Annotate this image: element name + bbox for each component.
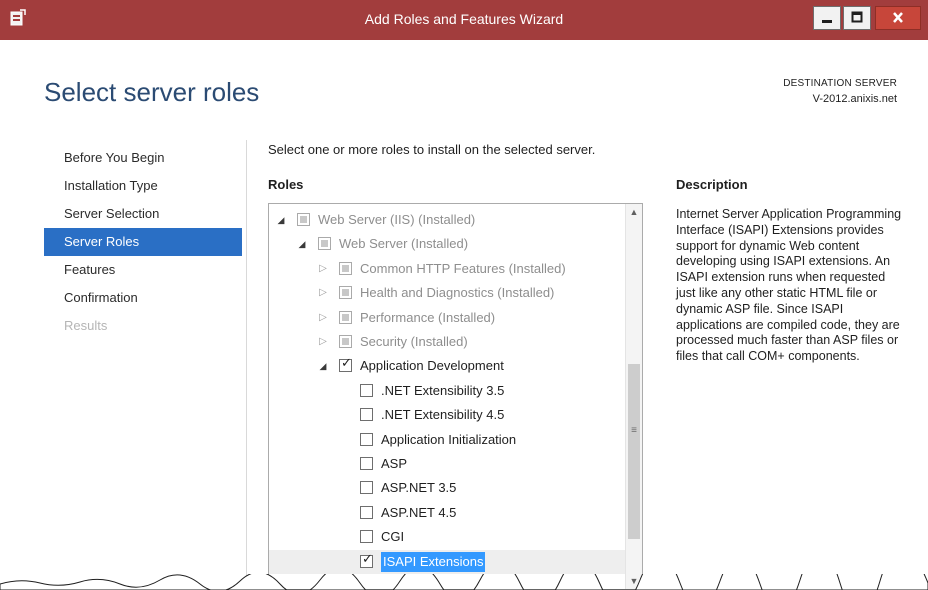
- role-label: CGI: [381, 529, 405, 545]
- role-checkbox[interactable]: [360, 457, 373, 470]
- destination-server-value: V-2012.anixis.net: [812, 93, 897, 105]
- role-checkbox[interactable]: [360, 481, 373, 495]
- nav-item-before-you-begin[interactable]: Before You Begin: [44, 144, 242, 172]
- role-label: .NET Extensibility 3.5: [381, 382, 505, 398]
- nav-item-installation-type[interactable]: Installation Type: [44, 172, 242, 200]
- description-text: Internet Server Application Programming …: [676, 207, 902, 364]
- title-bar[interactable]: Add Roles and Features Wizard: [0, 0, 928, 40]
- collapsed-triangle-icon[interactable]: ▷: [317, 306, 329, 330]
- roles-tree[interactable]: ◢ Web Server (IIS) (Installed) ◢ Web Server…: [268, 203, 643, 590]
- role-checkbox[interactable]: [360, 432, 373, 446]
- nav-item-confirmation[interactable]: Confirmation: [44, 284, 242, 312]
- expanded-triangle-icon[interactable]: ◢: [317, 354, 329, 378]
- destination-server-label: DESTINATION SERVER: [783, 78, 897, 89]
- role-checkbox[interactable]: [339, 356, 352, 373]
- tree-row[interactable]: .NET Extensibility 4.5: [269, 403, 625, 427]
- instruction-text: Select one or more roles to install on t…: [268, 142, 596, 157]
- role-label: ASP.NET 3.5: [381, 480, 457, 496]
- role-label: .NET Extensibility 4.5: [381, 407, 505, 423]
- close-button[interactable]: [875, 6, 921, 30]
- role-checkbox[interactable]: [360, 408, 373, 422]
- role-checkbox[interactable]: [360, 552, 373, 568]
- wizard-window: Select server roles DESTINATION SERVER V…: [0, 40, 928, 590]
- window-title: Add Roles and Features Wizard: [364, 11, 564, 27]
- collapsed-triangle-icon[interactable]: ▷: [317, 257, 329, 281]
- tree-row[interactable]: ASP.NET 4.5: [269, 501, 625, 525]
- tree-row[interactable]: ISAPI Extensions: [269, 549, 625, 574]
- collapsed-triangle-icon[interactable]: ▷: [317, 281, 329, 305]
- close-icon: [893, 12, 903, 23]
- role-label: ISAPI Extensions: [381, 551, 486, 572]
- maximize-icon: [851, 11, 863, 23]
- role-label: ASP.NET 4.5: [381, 504, 457, 520]
- role-checkbox[interactable]: [360, 383, 373, 397]
- role-checkbox[interactable]: [360, 505, 373, 519]
- nav-item-features[interactable]: Features: [44, 256, 242, 284]
- nav-item-server-roles[interactable]: Server Roles: [44, 228, 242, 256]
- tree-row[interactable]: ◢ Application Development: [269, 354, 625, 378]
- collapsed-triangle-icon[interactable]: ▷: [317, 330, 329, 354]
- role-label: Web Server (Installed): [339, 236, 469, 252]
- role-checkbox: [297, 213, 310, 226]
- description-heading: Description: [676, 177, 748, 192]
- role-label: ASP: [381, 456, 408, 471]
- expanded-triangle-icon[interactable]: ◢: [275, 208, 287, 232]
- role-checkbox: [318, 237, 331, 251]
- role-checkbox: [339, 261, 352, 275]
- role-label: Web Server (IIS) (Installed): [318, 212, 476, 227]
- role-label: Common HTTP Features (Installed): [360, 260, 566, 276]
- expanded-triangle-icon[interactable]: ◢: [296, 232, 308, 256]
- role-checkbox: [339, 335, 352, 348]
- tree-row[interactable]: ASP: [269, 452, 625, 476]
- roles-scrollbar[interactable]: ▲ ≡ ▼: [625, 204, 642, 589]
- wizard-nav: Before You Begin Installation Type Serve…: [44, 144, 242, 340]
- role-label: Health and Diagnostics (Installed): [360, 285, 555, 301]
- role-label: Application Initialization: [381, 431, 517, 447]
- tree-row[interactable]: ▷ Common HTTP Features (Installed): [269, 257, 625, 281]
- role-checkbox: [339, 286, 352, 300]
- roles-heading: Roles: [268, 177, 304, 192]
- tree-row[interactable]: CGI: [269, 525, 625, 549]
- role-label: Security (Installed): [360, 334, 468, 349]
- role-checkbox[interactable]: [360, 530, 373, 544]
- role-checkbox: [339, 310, 352, 324]
- tree-row[interactable]: .NET Extensibility 3.5: [269, 379, 625, 403]
- scroll-up-icon[interactable]: ▲: [626, 204, 642, 221]
- tree-row[interactable]: ASP.NET 3.5: [269, 476, 625, 500]
- nav-divider: [246, 140, 247, 590]
- nav-item-results: Results: [64, 318, 108, 333]
- minimize-icon: [822, 20, 832, 23]
- role-label: Performance (Installed): [360, 309, 496, 325]
- nav-item-server-selection[interactable]: Server Selection: [44, 200, 242, 228]
- page-title: Select server roles: [44, 77, 260, 107]
- maximize-button[interactable]: [843, 6, 871, 30]
- torn-edge-decoration: [0, 574, 928, 590]
- scroll-thumb[interactable]: ≡: [628, 364, 640, 539]
- minimize-button[interactable]: [813, 6, 841, 30]
- scroll-grip-icon: ≡: [631, 425, 637, 436]
- tree-row[interactable]: ▷ Health and Diagnostics (Installed): [269, 281, 625, 305]
- tree-row[interactable]: ◢ Web Server (Installed): [269, 232, 625, 256]
- tree-row[interactable]: ▷ Security (Installed): [269, 330, 625, 354]
- role-label: Application Development: [360, 358, 504, 374]
- tree-row[interactable]: ◢ Web Server (IIS) (Installed): [269, 208, 625, 232]
- tree-row[interactable]: ▷ Performance (Installed): [269, 306, 625, 330]
- tree-row[interactable]: Application Initialization: [269, 428, 625, 452]
